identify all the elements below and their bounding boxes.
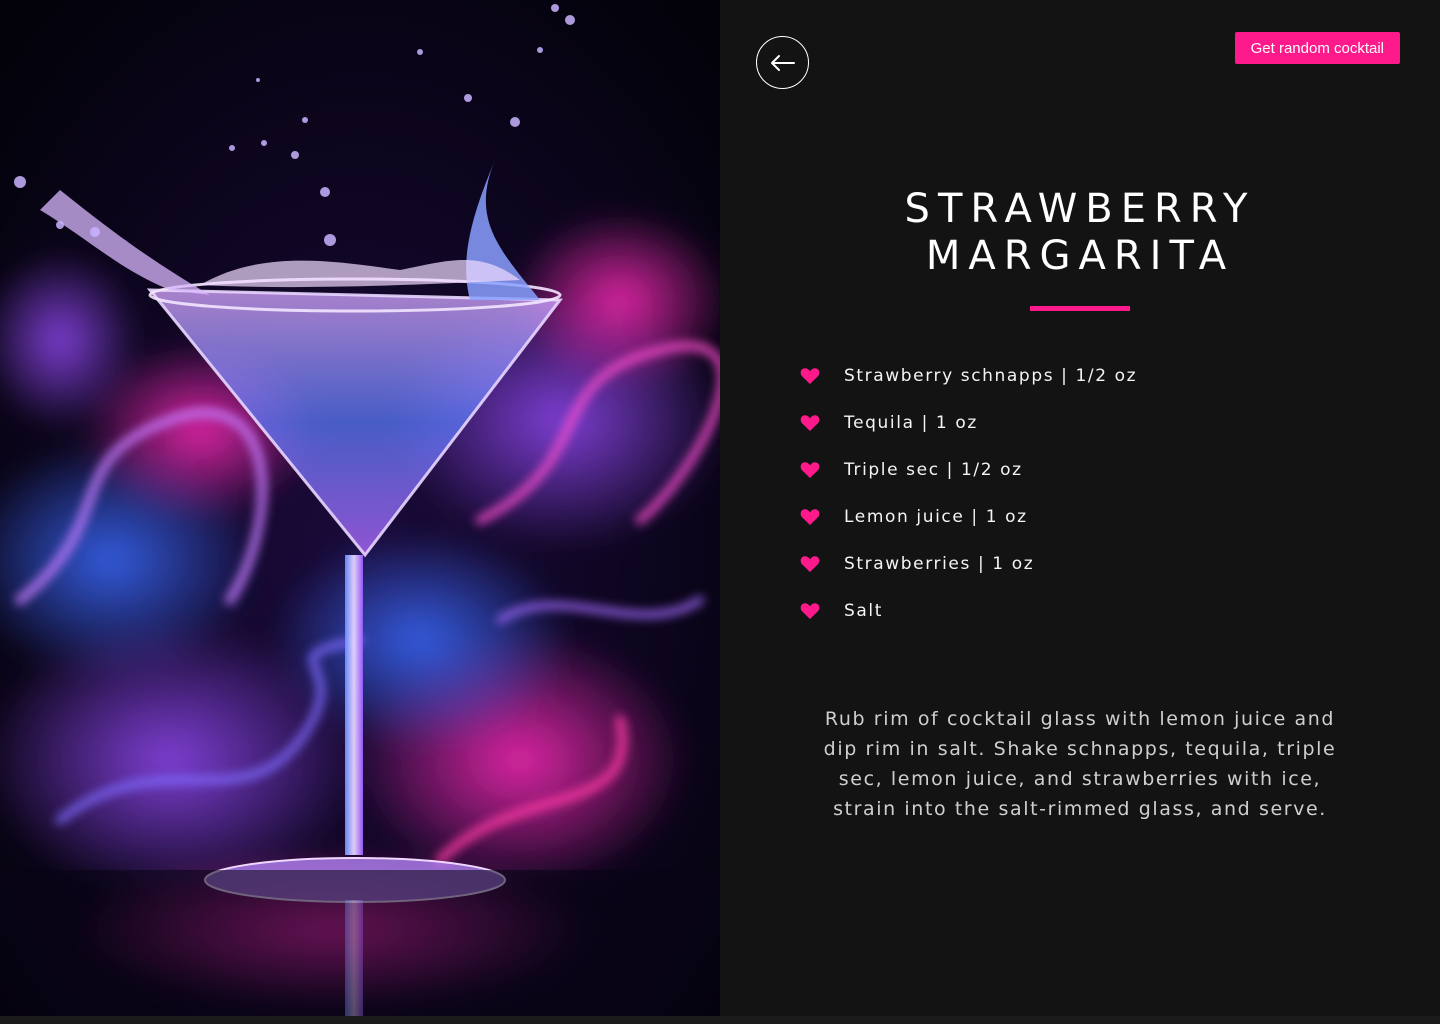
title-divider [1030,306,1130,311]
ingredient-text: Lemon juice | 1 oz [844,506,1028,527]
martini-glass-illustration [0,0,720,1016]
ingredient-item: Strawberry schnapps | 1/2 oz [800,352,1137,399]
get-random-cocktail-button[interactable]: Get random cocktail [1234,32,1400,64]
cocktail-instructions: Rub rim of cocktail glass with lemon jui… [823,708,1337,820]
heart-icon [800,414,820,431]
cocktail-title-line-2: MARGARITA [925,233,1235,279]
ingredients-list: Strawberry schnapps | 1/2 oz Tequila | 1… [800,352,1137,634]
ingredient-item: Tequila | 1 oz [800,399,1137,446]
heart-icon [800,508,820,525]
heart-icon [800,461,820,478]
ingredient-item: Lemon juice | 1 oz [800,493,1137,540]
cocktail-title: STRAWBERRY MARGARITA [720,186,1440,280]
ingredient-item: Triple sec | 1/2 oz [800,446,1137,493]
arrow-left-icon [770,54,795,71]
heart-icon [800,367,820,384]
heart-icon [800,602,820,619]
cocktail-detail-page: Get random cocktail STRAWBERRY MARGARITA… [0,0,1440,1024]
ingredient-item: Salt [800,587,1137,634]
ingredient-text: Tequila | 1 oz [844,412,978,433]
ingredient-item: Strawberries | 1 oz [800,540,1137,587]
ingredient-text: Strawberry schnapps | 1/2 oz [844,365,1138,386]
cocktail-title-line-1: STRAWBERRY [904,186,1256,232]
cocktail-hero-image [0,0,720,1016]
ingredient-text: Salt [844,600,883,621]
bottom-strip [0,1016,1440,1024]
cocktail-details-panel: Get random cocktail STRAWBERRY MARGARITA… [720,0,1440,1016]
back-button[interactable] [756,36,809,89]
ingredient-text: Triple sec | 1/2 oz [844,459,1023,480]
ingredient-text: Strawberries | 1 oz [844,553,1035,574]
heart-icon [800,555,820,572]
